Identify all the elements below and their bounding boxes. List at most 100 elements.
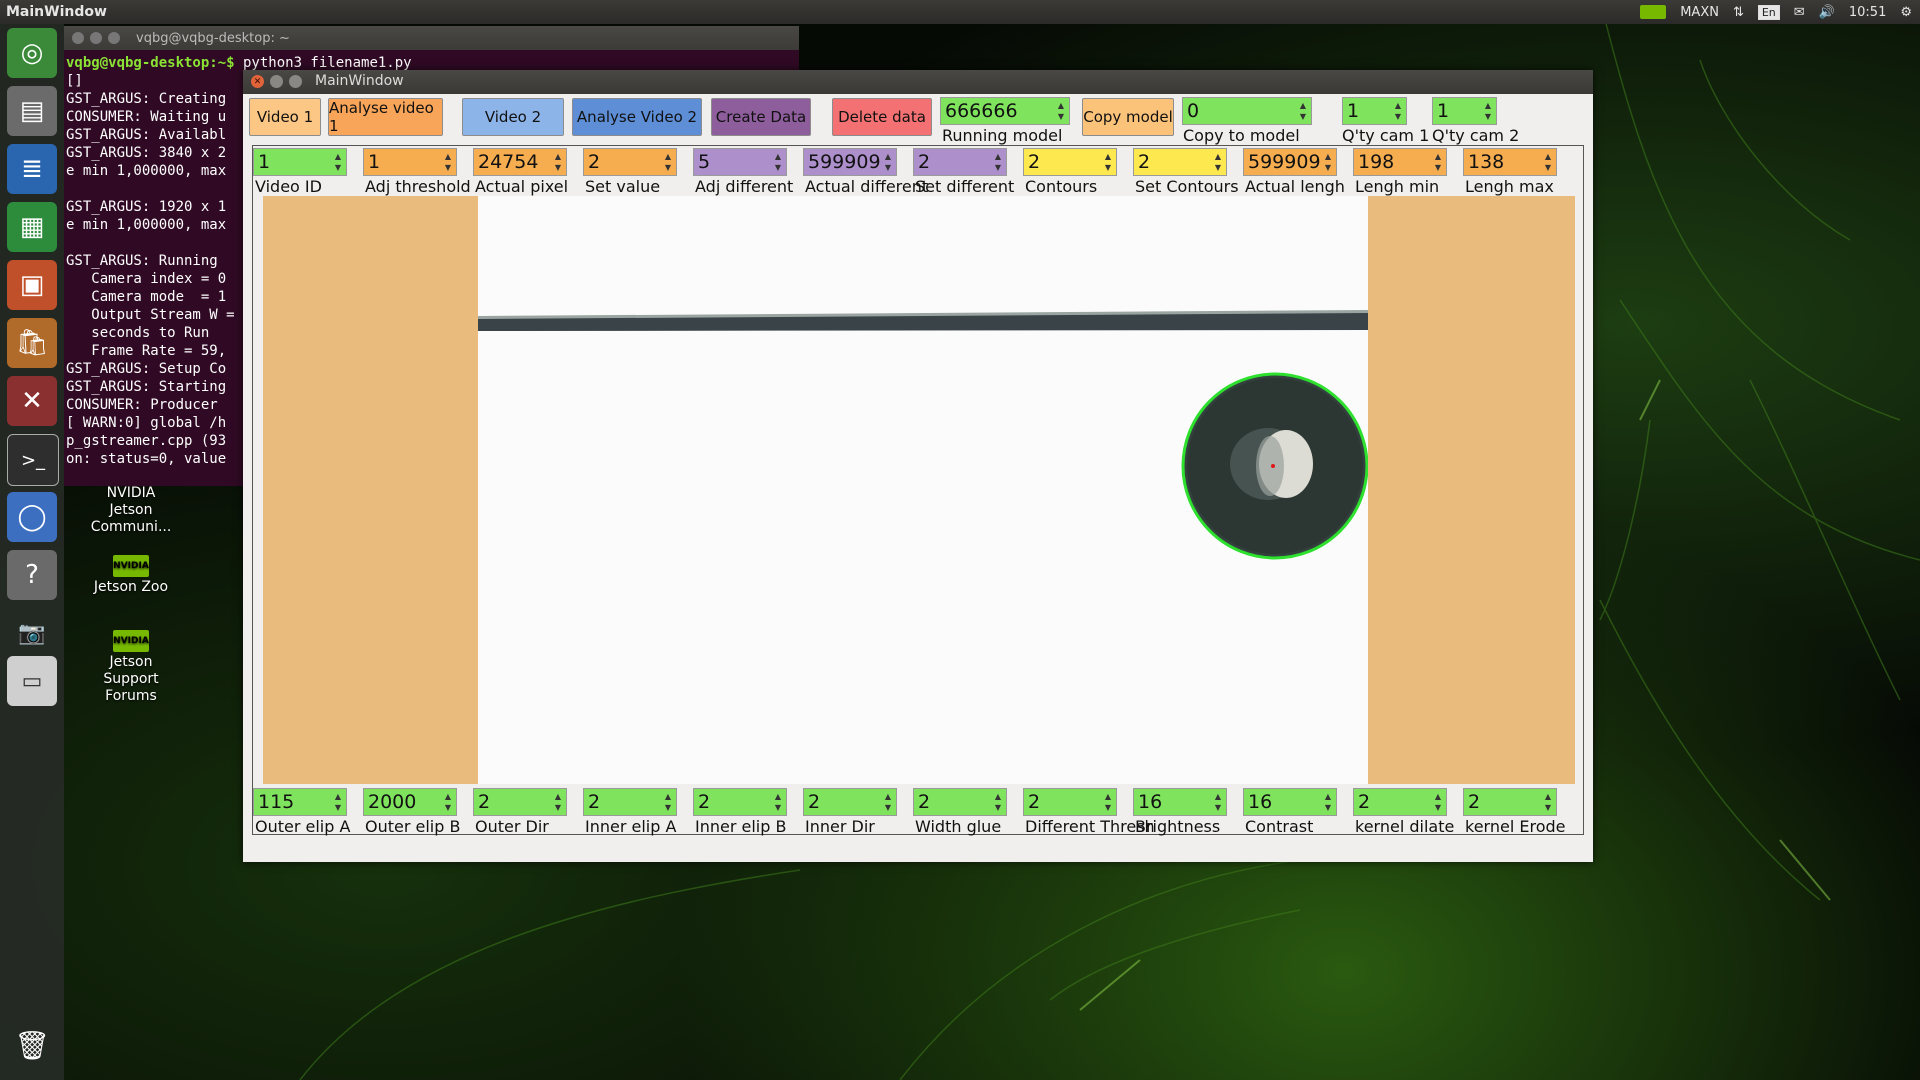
param-bottom-spinbox[interactable]: 2 ▲ ▼ [473, 788, 567, 816]
nvidia-icon[interactable] [1640, 5, 1667, 19]
spin-arrows-icon[interactable]: ▲ ▼ [992, 151, 1004, 173]
param-top-label: Set Contours [1135, 177, 1239, 196]
spin-arrows-icon[interactable]: ▲ ▼ [332, 791, 344, 813]
terminal-icon[interactable]: >_ [7, 434, 59, 486]
copy-model-button[interactable]: Copy model [1082, 98, 1174, 136]
spin-arrows-icon[interactable]: ▲ ▼ [1542, 151, 1554, 173]
spin-arrows-icon[interactable]: ▲ ▼ [882, 151, 894, 173]
param-top-spinbox[interactable]: 1 ▲ ▼ [363, 148, 457, 176]
maximize-icon[interactable] [108, 32, 120, 44]
param-top-spinbox[interactable]: 2 ▲ ▼ [1133, 148, 1227, 176]
spin-arrows-icon[interactable]: ▲ ▼ [772, 151, 784, 173]
spinbox-value: 198 [1358, 151, 1395, 173]
power-mode-label[interactable]: MAXN [1680, 5, 1719, 20]
calc-icon[interactable]: ▦ [7, 202, 57, 252]
param-top-spinbox[interactable]: 2 ▲ ▼ [913, 148, 1007, 176]
help-icon[interactable]: ? [7, 550, 57, 600]
keyboard-layout-indicator[interactable]: En [1757, 4, 1780, 20]
spin-arrows-icon[interactable]: ▲ ▼ [1392, 100, 1404, 122]
param-top-spinbox[interactable]: 599909 ▲ ▼ [1243, 148, 1337, 176]
settings-gear-icon[interactable]: ⚙ [1900, 5, 1912, 20]
spin-arrows-icon[interactable]: ▲ ▼ [442, 791, 454, 813]
analyse-video2-button[interactable]: Analyse Video 2 [572, 98, 702, 136]
trash-icon[interactable]: 🗑 [7, 1020, 57, 1070]
screenshot-icon[interactable]: 📷 [7, 608, 57, 658]
maximize-icon[interactable] [289, 75, 302, 88]
spin-arrows-icon[interactable]: ▲ ▼ [882, 791, 894, 813]
ubuntu-home-icon[interactable]: ◎ [7, 28, 57, 78]
files-icon[interactable]: ▤ [7, 86, 57, 136]
spinbox-value: 2 [808, 791, 821, 813]
desktop-icon-jetson-support-forums[interactable]: NVIDIA Jetson Support Forums [76, 630, 186, 705]
param-top-spinbox[interactable]: 24754 ▲ ▼ [473, 148, 567, 176]
param-top-spinbox[interactable]: 138 ▲ ▼ [1463, 148, 1557, 176]
main-window[interactable]: ✕ MainWindow Video 1 Analyse video 1 Vid… [243, 70, 1593, 862]
param-top-spinbox[interactable]: 2 ▲ ▼ [583, 148, 677, 176]
param-bottom-spinbox[interactable]: 2 ▲ ▼ [1353, 788, 1447, 816]
param-bottom-spinbox[interactable]: 16 ▲ ▼ [1243, 788, 1337, 816]
param-bottom-spinbox[interactable]: 2 ▲ ▼ [583, 788, 677, 816]
desktop-icon-jetson-community[interactable]: NVIDIA Jetson Communi... [76, 485, 186, 536]
spin-arrows-icon[interactable]: ▲ ▼ [1322, 151, 1334, 173]
param-bottom-spinbox[interactable]: 2 ▲ ▼ [913, 788, 1007, 816]
spin-arrows-icon[interactable]: ▲ ▼ [1102, 151, 1114, 173]
settings-icon[interactable]: ✕ [7, 376, 57, 426]
param-bottom-spinbox[interactable]: 2000 ▲ ▼ [363, 788, 457, 816]
software-center-icon[interactable]: 🛍 [7, 318, 57, 368]
spin-arrows-icon[interactable]: ▲ ▼ [1102, 791, 1114, 813]
param-bottom-spinbox[interactable]: 115 ▲ ▼ [253, 788, 347, 816]
param-top-spinbox[interactable]: 2 ▲ ▼ [1023, 148, 1117, 176]
minimize-icon[interactable] [270, 75, 283, 88]
param-bottom-spinbox[interactable]: 2 ▲ ▼ [1023, 788, 1117, 816]
analyse-video1-button[interactable]: Analyse video 1 [328, 98, 443, 136]
spin-arrows-icon[interactable]: ▲ ▼ [1482, 100, 1494, 122]
spin-arrows-icon[interactable]: ▲ ▼ [1432, 151, 1444, 173]
video2-button[interactable]: Video 2 [462, 98, 564, 136]
param-top-spinbox[interactable]: 1 ▲ ▼ [253, 148, 347, 176]
writer-icon[interactable]: ≣ [7, 144, 57, 194]
spin-arrows-icon[interactable]: ▲ ▼ [662, 151, 674, 173]
minimize-icon[interactable] [90, 32, 102, 44]
param-top-spinbox[interactable]: 5 ▲ ▼ [693, 148, 787, 176]
spin-arrows-icon[interactable]: ▲ ▼ [552, 791, 564, 813]
spin-arrows-icon[interactable]: ▲ ▼ [1432, 791, 1444, 813]
spin-arrows-icon[interactable]: ▲ ▼ [1212, 151, 1224, 173]
create-data-button[interactable]: Create Data [711, 98, 811, 136]
qty-cam2-spinbox[interactable]: 1 ▲ ▼ [1432, 97, 1497, 125]
spin-arrows-icon[interactable]: ▲ ▼ [552, 151, 564, 173]
desktop-icon-jetson-zoo[interactable]: NVIDIA Jetson Zoo [76, 555, 186, 596]
spinbox-value: 2 [918, 791, 931, 813]
impress-icon[interactable]: ▣ [7, 260, 57, 310]
param-bottom-spinbox[interactable]: 2 ▲ ▼ [803, 788, 897, 816]
spin-arrows-icon[interactable]: ▲ ▼ [1542, 791, 1554, 813]
spin-arrows-icon[interactable]: ▲ ▼ [332, 151, 344, 173]
spin-arrows-icon[interactable]: ▲ ▼ [662, 791, 674, 813]
param-top-spinbox[interactable]: 599909 ▲ ▼ [803, 148, 897, 176]
spin-arrows-icon[interactable]: ▲ ▼ [442, 151, 454, 173]
video1-button[interactable]: Video 1 [249, 98, 321, 136]
param-bottom-spinbox[interactable]: 2 ▲ ▼ [1463, 788, 1557, 816]
close-icon[interactable] [72, 32, 84, 44]
param-top-spinbox[interactable]: 198 ▲ ▼ [1353, 148, 1447, 176]
chromium-icon[interactable]: ◯ [7, 492, 57, 542]
clock[interactable]: 10:51 [1849, 5, 1886, 20]
mail-icon[interactable]: ✉ [1794, 5, 1805, 20]
param-bottom-spinbox[interactable]: 16 ▲ ▼ [1133, 788, 1227, 816]
network-icon[interactable]: ⇅ [1733, 5, 1744, 20]
spin-arrows-icon[interactable]: ▲ ▼ [1212, 791, 1224, 813]
spin-arrows-icon[interactable]: ▲ ▼ [772, 791, 784, 813]
volume-icon[interactable]: 🔊 [1819, 5, 1835, 20]
spin-arrows-icon[interactable]: ▲ ▼ [1322, 791, 1334, 813]
running-model-spinbox[interactable]: 666666 ▲ ▼ [940, 97, 1070, 125]
copy-to-model-spinbox[interactable]: 0 ▲ ▼ [1182, 97, 1312, 125]
param-bottom-spinbox[interactable]: 2 ▲ ▼ [693, 788, 787, 816]
qty-cam1-spinbox[interactable]: 1 ▲ ▼ [1342, 97, 1407, 125]
spin-arrows-icon[interactable]: ▲ ▼ [992, 791, 1004, 813]
spin-arrows-icon[interactable]: ▲ ▼ [1055, 100, 1067, 122]
spin-arrows-icon[interactable]: ▲ ▼ [1297, 100, 1309, 122]
delete-data-button[interactable]: Delete data [832, 98, 932, 136]
close-icon[interactable]: ✕ [251, 75, 264, 88]
window-titlebar[interactable]: ✕ MainWindow [243, 70, 1593, 94]
drive-icon[interactable]: ▭ [7, 656, 57, 706]
terminal-titlebar[interactable]: vqbg@vqbg-desktop: ~ [64, 26, 799, 50]
